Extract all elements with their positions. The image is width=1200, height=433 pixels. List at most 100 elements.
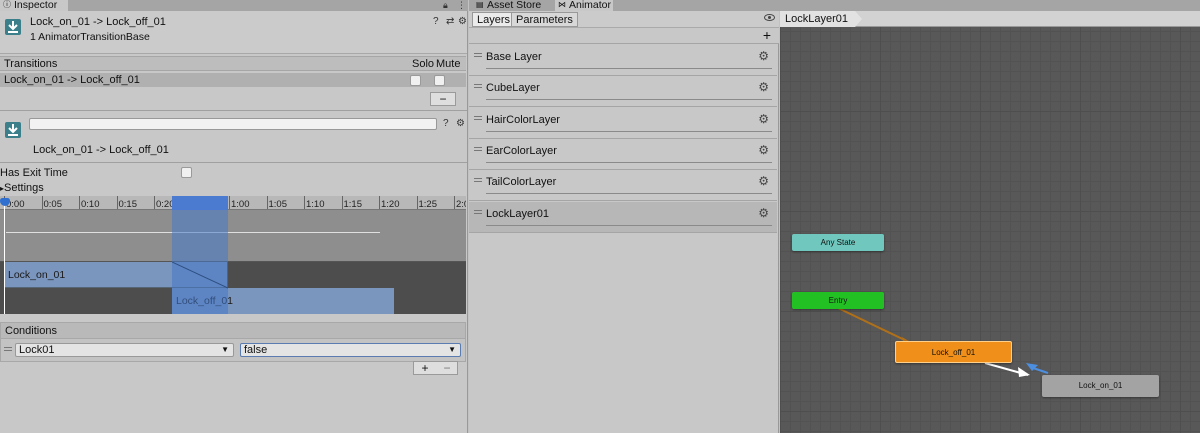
transition-name-input[interactable] bbox=[29, 118, 437, 130]
solo-checkbox[interactable] bbox=[410, 75, 421, 86]
drag-handle-icon[interactable] bbox=[4, 347, 12, 351]
conditions-header: Conditions bbox=[1, 323, 465, 339]
layer-item[interactable]: Base Layer ⚙ bbox=[469, 45, 777, 76]
tab-animator[interactable]: ⋈ Animator bbox=[555, 0, 613, 11]
ruler-tick-label: 0:10 bbox=[81, 199, 100, 210]
transition-list-row[interactable]: Lock_on_01 -> Lock_off_01 bbox=[0, 73, 466, 87]
node-lock-off[interactable]: Lock_off_01 bbox=[895, 341, 1012, 363]
drag-handle-icon[interactable] bbox=[474, 53, 482, 57]
drag-handle-icon[interactable] bbox=[474, 178, 482, 183]
layer-name: LockLayer01 bbox=[486, 207, 549, 220]
eye-icon[interactable] bbox=[764, 14, 775, 21]
blend-line bbox=[172, 262, 228, 289]
ruler-tick-line bbox=[41, 196, 43, 209]
dropdown-arrow-icon: ▼ bbox=[221, 345, 229, 354]
divider bbox=[0, 110, 467, 111]
add-layer-button[interactable]: + bbox=[763, 28, 771, 43]
node-entry[interactable]: Entry bbox=[792, 292, 884, 309]
transition-icon bbox=[5, 122, 21, 138]
settings-foldout[interactable]: ▸Settings bbox=[0, 182, 44, 194]
drag-handle-icon[interactable] bbox=[474, 115, 482, 120]
dropdown-arrow-icon: ▼ bbox=[448, 345, 456, 354]
layers-tabbar: Layers Parameters bbox=[469, 11, 779, 28]
condition-value-dropdown[interactable]: false ▼ bbox=[240, 343, 461, 357]
breadcrumb: LockLayer01 bbox=[780, 11, 1200, 27]
entry-transition[interactable] bbox=[837, 307, 914, 345]
gear-icon[interactable]: ⚙ bbox=[456, 118, 467, 129]
layer-weight-bar bbox=[486, 224, 772, 226]
ruler-tick-line bbox=[379, 196, 380, 209]
has-exit-time-checkbox[interactable] bbox=[181, 167, 192, 178]
ruler-tick-label: 1:00 bbox=[231, 199, 250, 210]
gear-icon[interactable]: ⚙ bbox=[758, 206, 769, 220]
info-icon: ⓘ bbox=[3, 0, 11, 9]
ruler-tick-line bbox=[341, 196, 343, 209]
drag-handle-icon[interactable] bbox=[474, 84, 482, 89]
help-icon[interactable]: ? bbox=[433, 16, 442, 27]
layer-item[interactable]: CubeLayer ⚙ bbox=[469, 76, 777, 108]
gear-icon[interactable]: ⚙ bbox=[758, 112, 769, 126]
gear-icon[interactable]: ⚙ bbox=[758, 143, 769, 157]
layer-weight-bar bbox=[486, 193, 772, 195]
transition-label: Lock_on_01 -> Lock_off_01 bbox=[33, 144, 169, 156]
layer-item[interactable]: LockLayer01 ⚙ bbox=[469, 201, 777, 233]
ruler-tick-label: 1:05 bbox=[268, 199, 288, 210]
animator-icon: ⋈ bbox=[558, 0, 566, 9]
tab-layers[interactable]: Layers bbox=[472, 12, 516, 27]
divider bbox=[0, 162, 467, 163]
ruler-tick-line bbox=[416, 196, 418, 209]
node-any-state[interactable]: Any State bbox=[792, 234, 884, 251]
help-icon[interactable]: ? bbox=[443, 118, 452, 129]
gear-icon[interactable]: ⚙ bbox=[758, 49, 769, 63]
ruler-tick-line bbox=[154, 196, 155, 209]
add-condition-button[interactable]: + bbox=[414, 362, 436, 374]
add-layer-row: + bbox=[469, 28, 779, 44]
transition-duration-handle[interactable] bbox=[172, 196, 228, 210]
layer-item[interactable]: EarColorLayer ⚙ bbox=[469, 138, 777, 170]
clip-tracks: Lock_on_01 Lock_off_01 bbox=[0, 262, 466, 314]
node-lock-on[interactable]: Lock_on_01 bbox=[1042, 375, 1159, 397]
ruler-tick-label: 1:20 bbox=[381, 199, 400, 210]
gear-icon[interactable]: ⚙ bbox=[458, 16, 467, 27]
layers-panel: Layers Parameters + Base Layer ⚙ CubeLayer… bbox=[469, 11, 779, 433]
playhead[interactable] bbox=[4, 198, 5, 314]
layer-weight-bar bbox=[486, 130, 772, 132]
drag-handle-icon[interactable] bbox=[474, 209, 482, 214]
remove-condition-button[interactable]: − bbox=[436, 362, 458, 374]
layer-name: TailColorLayer bbox=[486, 176, 557, 189]
conditions-box: Conditions Lock01 ▼ false ▼ bbox=[0, 322, 466, 362]
ruler-tick-label: 2:00 bbox=[456, 199, 466, 210]
transitions-header: Transitions Solo Mute bbox=[0, 56, 466, 71]
breadcrumb-item[interactable]: LockLayer01 bbox=[780, 11, 862, 27]
arrow-head-icon bbox=[1018, 367, 1030, 377]
ruler-tick-label: 1:10 bbox=[306, 199, 325, 210]
gear-icon[interactable]: ⚙ bbox=[758, 80, 769, 94]
lock-icon[interactable]: 🔒︎ bbox=[443, 0, 448, 11]
layer-weight-bar bbox=[486, 68, 772, 69]
inspector-subtitle: 1 AnimatorTransitionBase bbox=[30, 31, 150, 43]
timeline-ruler[interactable]: 0:000:050:100:150:200:251:001:051:101:15… bbox=[0, 196, 466, 210]
ruler-tick-line bbox=[454, 196, 455, 209]
inspector-title: Lock_on_01 -> Lock_off_01 bbox=[30, 16, 166, 28]
ruler-tick-line bbox=[79, 196, 80, 209]
tab-asset-store[interactable]: ▤ Asset Store bbox=[473, 0, 545, 11]
transition-graph-area[interactable] bbox=[0, 210, 466, 262]
layer-item[interactable]: TailColorLayer ⚙ bbox=[469, 170, 777, 202]
ruler-tick-line bbox=[229, 196, 230, 209]
gear-icon[interactable]: ⚙ bbox=[758, 174, 769, 188]
animator-graph[interactable]: LockLayer01 Any State Entry Lock_off_01 … bbox=[780, 11, 1200, 433]
ruler-tick-line bbox=[304, 196, 305, 209]
preset-icon[interactable]: ⇄ bbox=[446, 16, 457, 27]
solo-label: Solo bbox=[412, 58, 435, 70]
mute-checkbox[interactable] bbox=[434, 75, 445, 86]
transition-arrows bbox=[837, 307, 1049, 377]
animator-tabbar: ▤ Asset Store ⋈ Animator bbox=[469, 0, 1200, 11]
remove-transition-button[interactable]: − bbox=[430, 92, 456, 106]
condition-parameter-dropdown[interactable]: Lock01 ▼ bbox=[15, 343, 234, 357]
menu-icon[interactable]: ⋮ bbox=[457, 0, 466, 11]
layer-item[interactable]: HairColorLayer ⚙ bbox=[469, 107, 777, 139]
layer-weight-bar bbox=[486, 161, 772, 163]
drag-handle-icon[interactable] bbox=[474, 146, 482, 151]
tab-parameters[interactable]: Parameters bbox=[511, 12, 578, 27]
tab-inspector[interactable]: ⓘ Inspector bbox=[0, 0, 68, 11]
